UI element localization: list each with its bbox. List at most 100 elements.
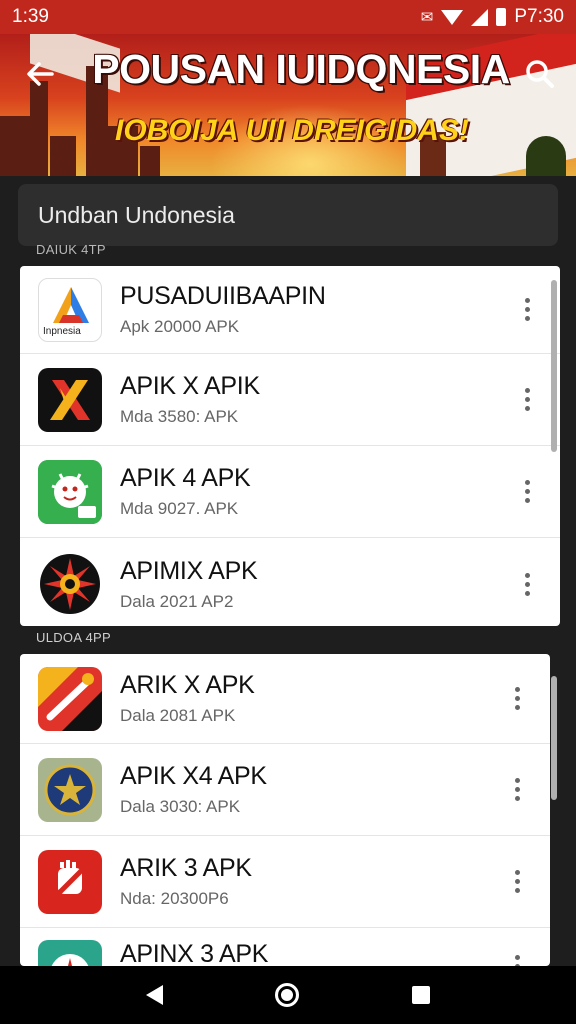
scrollbar[interactable] [551, 676, 557, 800]
nav-home-icon[interactable] [275, 983, 300, 1007]
more-vert-icon [524, 581, 530, 587]
more-options-button[interactable] [502, 770, 532, 810]
notification-icon: ✉ [420, 9, 434, 26]
app-icon-caption: Inpnesia [43, 325, 81, 337]
app-name: ARIK 3 APK [120, 854, 252, 882]
more-options-button[interactable] [512, 290, 542, 330]
more-vert-icon [514, 870, 520, 875]
app-list-card: ARIK X APK Dala 2081 APK APIK X4 APK Dal… [20, 654, 550, 966]
app-icon-emblem [38, 757, 102, 822]
app-list-item[interactable]: APIK X APIK Mda 3580: APK [20, 354, 560, 446]
more-vert-icon [524, 388, 530, 393]
nav-recents-icon[interactable] [411, 986, 430, 1004]
app-icon-arrow [38, 666, 102, 731]
app-name: ARIK X APK [120, 671, 255, 699]
compass-logo-icon [38, 940, 102, 966]
app-meta: Apk 20000 APK [120, 317, 240, 336]
app-icon-x [38, 367, 102, 432]
app-list-item[interactable]: APIK 4 APK Mda 9027. APK [20, 446, 560, 538]
app-list-item[interactable]: ARIK 3 APK Nda: 20300P6 [20, 836, 550, 928]
page-subtitle: IOBOIJA UII DREIGIDAS! [115, 114, 469, 147]
battery-icon [496, 8, 507, 26]
app-text: APIK 4 APK Mda 9027. APK [120, 464, 512, 519]
app-list-card: Inpnesia PUSADUIIBAAPIN Apk 20000 APK AP… [20, 266, 560, 626]
header-banner: POUSAN IUIDQNESIA IOBOIJA UII DREIGIDAS! [0, 34, 576, 176]
section-label: ULDOA 4PP [36, 630, 111, 645]
more-options-button[interactable] [502, 862, 532, 902]
app-text: ARIK X APK Dala 2081 APK [120, 671, 502, 726]
app-icon-fist [38, 849, 102, 914]
banner-building [30, 81, 48, 176]
search-button[interactable] [522, 56, 558, 92]
app-list-item[interactable]: APINX 3 APK [20, 928, 550, 966]
banner-palm [526, 136, 566, 176]
wifi-icon [441, 9, 464, 25]
more-vert-icon [524, 307, 530, 312]
app-text: ARIK 3 APK Nda: 20300P6 [120, 854, 502, 909]
mascot-logo-icon [38, 459, 102, 524]
search-icon [526, 60, 554, 88]
app-list-item[interactable]: ARIK X APK Dala 2081 APK [20, 654, 550, 744]
more-vert-icon [524, 489, 530, 494]
app-list-item[interactable]: Inpnesia PUSADUIIBAAPIN Apk 20000 APK [20, 266, 560, 354]
app-name: APIK X APIK [120, 372, 260, 400]
sunburst-logo-icon [40, 554, 100, 614]
more-vert-icon [524, 572, 530, 578]
app-list-item[interactable]: APIMIX APK Dala 2021 AP2 [20, 538, 560, 626]
more-vert-icon [524, 397, 530, 402]
navigation-bar [0, 966, 576, 1024]
arrow-left-icon [27, 62, 54, 86]
more-options-button[interactable] [512, 472, 542, 512]
app-text: APINX 3 APK [120, 940, 502, 966]
main-content: Undban Undonesia DAIUK 4TP Inpnesia PUSA… [0, 176, 576, 966]
more-vert-icon [514, 696, 520, 701]
status-icons: ✉ P7:30 [421, 6, 564, 28]
arrow-logo-icon [38, 666, 102, 731]
more-options-button[interactable] [512, 564, 542, 604]
emblem-logo-icon [38, 757, 102, 822]
app-icon-mascot [38, 459, 102, 524]
scrollbar[interactable] [551, 280, 557, 452]
signal-icon [471, 8, 489, 26]
app-icon-a: Inpnesia [38, 277, 102, 342]
app-text: PUSADUIIBAAPIN Apk 20000 APK [120, 282, 512, 337]
status-time: 1:39 [12, 6, 49, 27]
x-logo-icon [50, 379, 90, 420]
more-vert-icon [524, 590, 530, 596]
search-input[interactable]: Undban Undonesia [18, 184, 558, 246]
more-vert-icon [514, 787, 520, 792]
more-options-button[interactable] [512, 380, 542, 420]
more-vert-icon [514, 888, 520, 893]
app-name: APIK 4 APK [120, 464, 251, 492]
app-meta: Dala 2081 APK [120, 706, 236, 725]
app-meta: Mda 3580: APK [120, 407, 239, 426]
app-text: APIMIX APK Dala 2021 AP2 [120, 557, 512, 612]
app-name: PUSADUIIBAAPIN [120, 282, 326, 310]
more-vert-icon [524, 298, 530, 303]
app-name: APINX 3 APK [120, 940, 269, 966]
status-bar: 1:39 ✉ P7:30 [0, 0, 576, 34]
app-list-item[interactable]: APIK X4 APK Dala 3030: APK [20, 744, 550, 836]
more-vert-icon [514, 687, 520, 692]
more-vert-icon [524, 406, 530, 411]
more-vert-icon [524, 498, 530, 503]
app-meta: Mda 9027. APK [120, 499, 239, 518]
more-options-button[interactable] [502, 679, 532, 719]
banner-building [140, 146, 160, 176]
more-vert-icon [524, 316, 530, 321]
more-vert-icon [514, 879, 520, 884]
back-button[interactable] [22, 56, 58, 92]
app-meta: Dala 2021 AP2 [120, 591, 234, 611]
section-label: DAIUK 4TP [36, 242, 106, 257]
app-text: APIK X APIK Mda 3580: APK [120, 372, 512, 427]
nav-back-icon[interactable] [146, 985, 164, 1005]
more-vert-icon [514, 954, 520, 960]
app-meta: Dala 3030: APK [120, 797, 241, 816]
app-name: APIK X4 APK [120, 762, 267, 790]
banner-building [50, 136, 76, 176]
app-icon-compass [38, 940, 102, 966]
fist-logo-icon [38, 849, 102, 914]
more-vert-icon [524, 480, 530, 485]
page-title: POUSAN IUIDQNESIA [92, 46, 510, 92]
more-options-button[interactable] [502, 946, 532, 966]
